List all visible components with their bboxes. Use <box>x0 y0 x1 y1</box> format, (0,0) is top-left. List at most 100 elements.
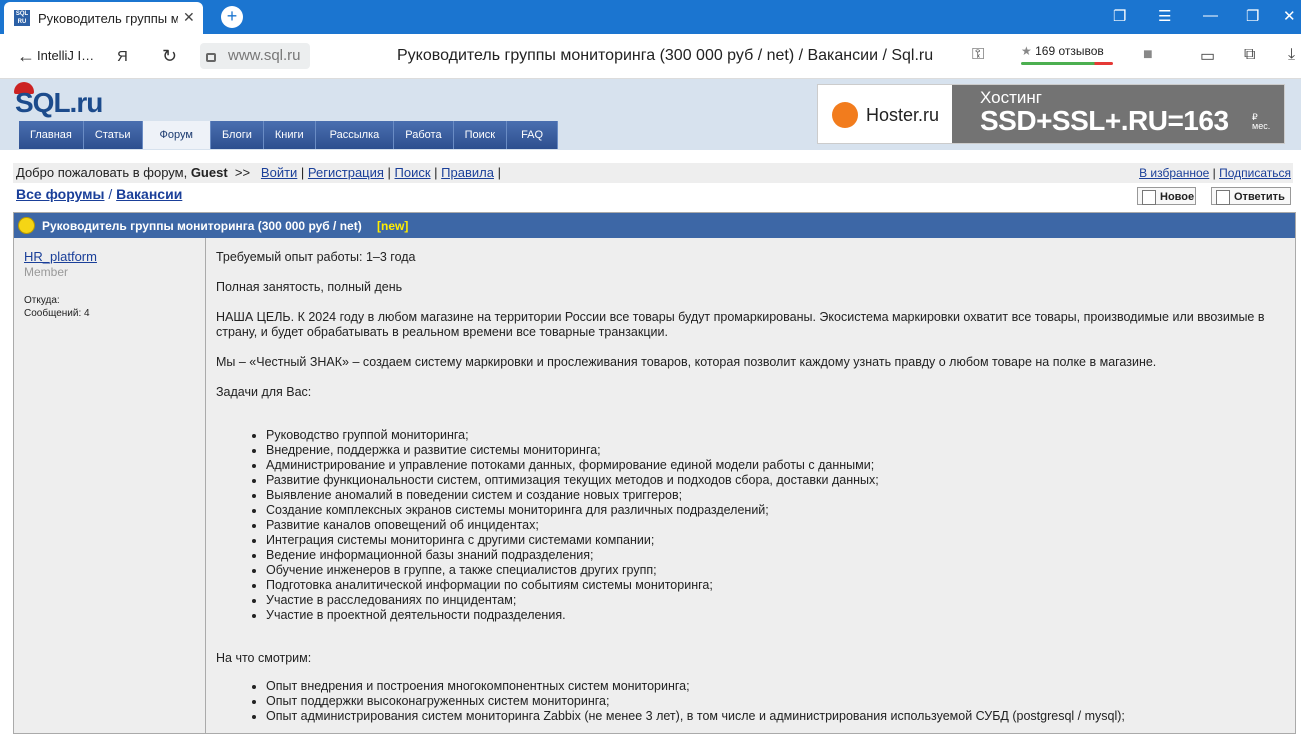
ad-banner[interactable]: Hoster.ru Хостинг SSD+SSL+.RU=163 ₽ мес. <box>817 84 1285 144</box>
favicon-icon: SQL RU <box>14 10 30 26</box>
list-item: Интеграция системы мониторинга с другими… <box>266 533 1301 548</box>
tasks-list: Руководство группой мониторинга; Внедрен… <box>216 428 1301 623</box>
author-meta: Откуда: Сообщений: 4 <box>24 294 90 320</box>
close-window-icon[interactable]: ✕ <box>1283 7 1296 25</box>
bookmarks-icon[interactable]: ❐ <box>1113 7 1126 25</box>
author-post-count: Сообщений: 4 <box>24 308 90 319</box>
main-menu: Главная Статьи Форум Блоги Книги Рассылк… <box>19 121 559 149</box>
subscribe-link[interactable]: Подписаться <box>1219 166 1291 180</box>
list-item: Администрирование и управление потоками … <box>266 458 1301 473</box>
author-role: Member <box>24 265 69 279</box>
topic-title: Руководитель группы мониторинга (300 000… <box>42 219 362 233</box>
requirements-list: Опыт внедрения и построения многокомпоне… <box>216 679 1301 724</box>
breadcrumb-all-forums[interactable]: Все форумы <box>16 186 104 202</box>
reload-icon[interactable]: ↻ <box>162 46 177 67</box>
requirements-heading: На что смотрим: <box>216 651 312 665</box>
list-item: Внедрение, поддержка и развитие системы … <box>266 443 1301 458</box>
reply-button[interactable]: Ответить <box>1211 187 1291 205</box>
banner-offer: Хостинг SSD+SSL+.RU=163 ₽ мес. <box>952 85 1284 143</box>
new-doc-icon <box>1142 190 1156 205</box>
list-item: Опыт внедрения и построения многокомпоне… <box>266 679 1301 694</box>
welcome-sep: >> <box>234 165 251 180</box>
topic-container: Руководитель группы мониторинга (300 000… <box>13 212 1296 734</box>
url-field[interactable]: www.sql.ru <box>200 43 310 69</box>
menu-icon[interactable]: ☰ <box>1158 7 1171 25</box>
lock-icon <box>206 53 216 62</box>
welcome-user: Guest <box>190 165 228 180</box>
post-paragraph: Требуемый опыт работы: 1–3 года <box>216 250 416 264</box>
list-item: Развитие каналов оповещений об инцидента… <box>266 518 1301 533</box>
menu-item-faq[interactable]: FAQ <box>507 121 559 149</box>
battery-icon[interactable]: ▭ <box>1200 46 1215 66</box>
breadcrumb: Все форумы / Вакансии <box>16 186 183 202</box>
menu-item-home[interactable]: Главная <box>19 121 84 149</box>
reply-doc-icon <box>1216 190 1230 205</box>
search-link[interactable]: Поиск <box>395 165 431 180</box>
post-paragraph: Мы – «Честный ЗНАК» – создаем систему ма… <box>216 355 1157 369</box>
bookmark-icon[interactable]: ■ <box>1143 46 1153 64</box>
new-topic-label: Новое <box>1160 191 1195 203</box>
list-item: Обучение инженеров в группе, а также спе… <box>266 563 1301 578</box>
list-item: Опыт поддержки высоконагруженных систем … <box>266 694 1301 709</box>
list-item: Руководство группой мониторинга; <box>266 428 1301 443</box>
list-item: Выявление аномалий в поведении систем и … <box>266 488 1301 503</box>
close-tab-icon[interactable]: ✕ <box>183 9 195 26</box>
list-item: Создание комплексных экранов системы мон… <box>266 503 1301 518</box>
browser-titlebar: SQL RU Руководитель группы мо ✕ + ❐ ☰ — … <box>0 0 1301 34</box>
login-link[interactable]: Войти <box>261 165 297 180</box>
menu-item-jobs[interactable]: Работа <box>394 121 454 149</box>
favorites-link[interactable]: В избранное <box>1139 166 1209 180</box>
browser-tab[interactable]: SQL RU Руководитель группы мо ✕ <box>4 2 203 34</box>
url-text: www.sql.ru <box>228 47 301 64</box>
tab-title: Руководитель группы мо <box>38 11 178 26</box>
list-item: Участие в расследованиях по инцидентам; <box>266 593 1301 608</box>
download-icon[interactable]: ⤓ <box>1288 46 1295 64</box>
reviews-rating-bar <box>1021 62 1113 65</box>
list-item: Развитие функциональности систем, оптими… <box>266 473 1301 488</box>
translate-icon[interactable]: ⧉ <box>1244 46 1255 64</box>
banner-brand: Hoster.ru <box>866 105 940 125</box>
list-item: Опыт администрирования систем мониторинг… <box>266 709 1301 724</box>
banner-price: SSD+SSL+.RU=163 <box>980 105 1229 136</box>
minimize-icon[interactable]: — <box>1203 7 1218 24</box>
yandex-icon[interactable]: Я <box>117 48 128 65</box>
hoster-logo-icon <box>832 102 858 128</box>
star-icon: ★ <box>1021 44 1032 58</box>
menu-item-articles[interactable]: Статьи <box>83 121 143 149</box>
banner-unit: ₽ мес. <box>1252 113 1270 131</box>
list-item: Подготовка аналитической информации по с… <box>266 578 1301 593</box>
new-topic-button[interactable]: Новое <box>1137 187 1196 205</box>
new-tab-button[interactable]: + <box>221 6 243 28</box>
back-label[interactable]: IntelliJ I… <box>37 48 94 63</box>
site-logo[interactable]: SQL.ru <box>15 87 103 119</box>
banner-period: мес. <box>1252 121 1271 131</box>
rules-link[interactable]: Правила <box>441 165 494 180</box>
welcome-text: Добро пожаловать в форум, <box>16 165 188 180</box>
author-name[interactable]: HR_platform <box>24 249 97 264</box>
post-paragraph: Полная занятость, полный день <box>216 280 403 294</box>
permissions-icon[interactable]: ⚿ <box>972 46 984 64</box>
page-title: Руководитель группы мониторинга (300 000… <box>397 47 934 64</box>
new-badge: [new] <box>377 219 409 233</box>
register-link[interactable]: Регистрация <box>308 165 384 180</box>
address-bar: ← IntelliJ I… Я ↻ www.sql.ru Руководител… <box>0 34 1301 79</box>
list-item: Ведение информационной базы знаний подра… <box>266 548 1301 563</box>
menu-item-mailing[interactable]: Рассылка <box>315 121 395 149</box>
tasks-heading: Задачи для Вас: <box>216 385 312 399</box>
topic-header: Руководитель группы мониторинга (300 000… <box>14 213 1295 238</box>
menu-item-forum[interactable]: Форум <box>142 121 211 149</box>
welcome-bar: Добро пожаловать в форум, Guest >> Войти… <box>13 163 1293 183</box>
menu-item-search[interactable]: Поиск <box>453 121 508 149</box>
menu-item-books[interactable]: Книги <box>263 121 316 149</box>
author-panel: HR_platform Member Откуда: Сообщений: 4 <box>14 238 206 733</box>
list-item: Участие в проектной деятельности подразд… <box>266 608 1301 623</box>
reviews-count: 169 отзывов <box>1035 44 1104 58</box>
restore-icon[interactable]: ❐ <box>1246 7 1259 25</box>
post-paragraph: НАША ЦЕЛЬ. К 2024 году в любом магазине … <box>216 310 1265 339</box>
smiley-icon <box>18 217 35 234</box>
back-icon[interactable]: ← <box>17 46 35 67</box>
breadcrumb-vacancies[interactable]: Вакансии <box>116 186 182 202</box>
site-header: SQL.ru Главная Статьи Форум Блоги Книги … <box>0 79 1301 150</box>
menu-item-blogs[interactable]: Блоги <box>210 121 264 149</box>
reply-label: Ответить <box>1234 191 1285 203</box>
